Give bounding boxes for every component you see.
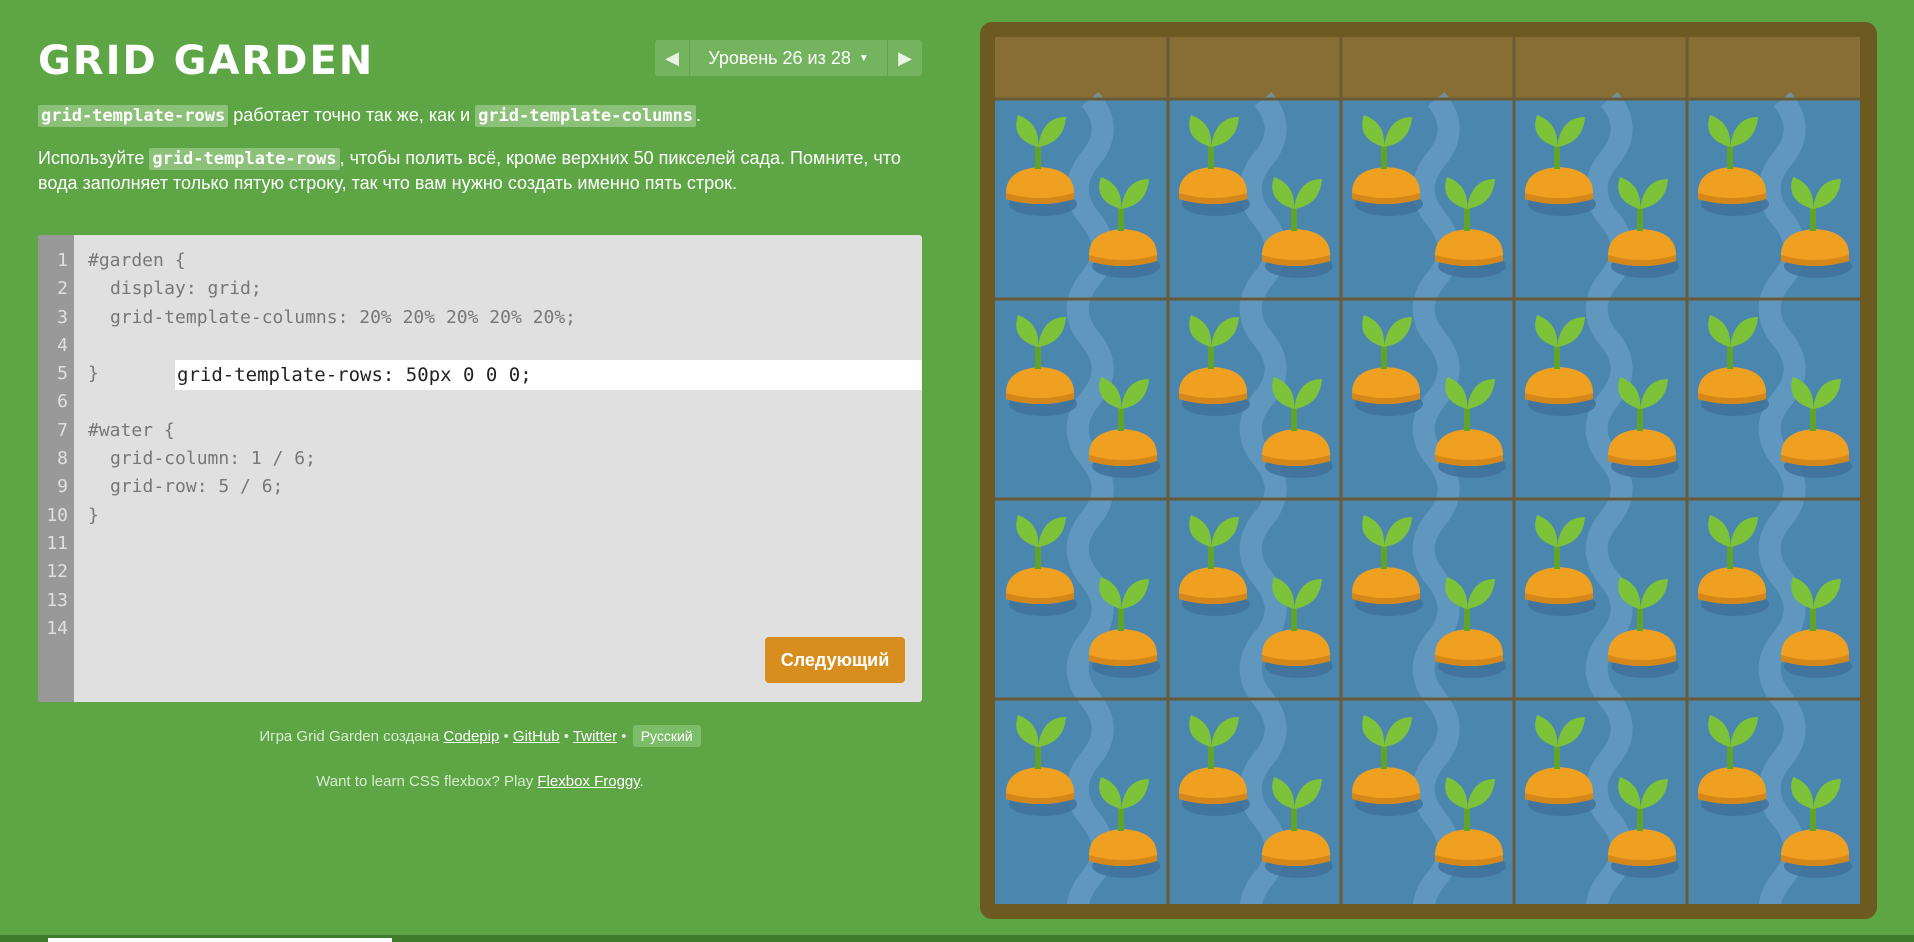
carrot-icon — [1179, 715, 1250, 816]
css-answer-input[interactable] — [175, 360, 922, 391]
code-line: } — [88, 504, 99, 526]
credits: Игра Grid Garden создана Codepip • GitHu… — [38, 725, 922, 747]
line-number: 1 — [57, 250, 68, 271]
code-line: grid-column: 1 / 6; — [110, 448, 316, 470]
level-label: Уровень 26 из 28 — [708, 47, 851, 68]
water-streak — [1758, 91, 1806, 904]
water-streak — [1066, 91, 1114, 904]
line-number: 13 — [46, 589, 68, 611]
next-button[interactable]: Следующий — [765, 637, 905, 683]
caret-down-icon: ▼ — [858, 52, 869, 64]
credits-text: Игра Grid Garden создана — [259, 728, 444, 745]
instruction-paragraph-2: Используйте grid-template-rows, чтобы по… — [38, 146, 918, 195]
instruction-paragraph-1: grid-template-rows работает точно так же… — [38, 103, 918, 128]
code-input-line — [88, 332, 922, 391]
carrot-icon — [1698, 115, 1769, 216]
next-level-arrow-button[interactable]: ▶ — [887, 40, 922, 76]
twitter-link[interactable]: Twitter — [573, 728, 617, 745]
water-streak — [1239, 91, 1287, 904]
line-number: 5 — [57, 363, 68, 385]
line-number: 10 — [46, 504, 68, 526]
carrot-icon — [1525, 715, 1596, 816]
line-numbers: 1 2 3 4 5 6 7 8 9 10 11 12 13 14 — [38, 235, 74, 702]
carrot-icon — [1698, 315, 1769, 416]
water-streak — [1412, 91, 1460, 904]
separator: • — [499, 728, 513, 745]
code-area: #garden { display: grid; grid-template-c… — [88, 247, 922, 530]
css-editor: 1 2 3 4 5 6 7 8 9 10 11 12 13 14 #garden… — [38, 235, 922, 702]
code-line: grid-row: 5 / 6; — [110, 476, 284, 498]
garden — [995, 37, 1860, 904]
carrot-icon — [1525, 315, 1596, 416]
flexbox-froggy-link[interactable]: Flexbox Froggy — [537, 773, 639, 790]
codepip-link[interactable]: Codepip — [443, 728, 499, 745]
line-number: 6 — [57, 391, 68, 413]
keyword-grid-template-rows: grid-template-rows — [38, 105, 229, 127]
line-number: 7 — [57, 419, 68, 441]
carrot-icon — [1352, 515, 1423, 616]
carrot-icon — [1525, 515, 1596, 616]
carrot-icon — [1352, 715, 1423, 816]
garden-frame — [980, 22, 1877, 919]
promo-text: Want to learn CSS flexbox? Play — [316, 773, 538, 790]
carrot-icon — [1006, 315, 1077, 416]
keyword-grid-template-rows: grid-template-rows — [149, 148, 340, 170]
line-number: 12 — [46, 561, 68, 583]
arrow-left-icon: ◀ — [665, 47, 679, 68]
instruction-text: работает точно так же, как и — [228, 105, 476, 125]
arrow-right-icon: ▶ — [898, 47, 912, 68]
separator: • — [559, 728, 573, 745]
carrot-icon — [1006, 515, 1077, 616]
carrot-icon — [1006, 115, 1077, 216]
line-number: 9 — [57, 476, 68, 498]
github-link[interactable]: GitHub — [513, 728, 560, 745]
line-number: 3 — [57, 306, 68, 328]
line-number: 4 — [57, 334, 68, 356]
water-streak — [1585, 91, 1633, 904]
line-number: 14 — [46, 617, 68, 639]
instructions: grid-template-rows работает точно так же… — [38, 103, 918, 213]
carrot-icon — [1006, 715, 1077, 816]
line-number: 2 — [57, 278, 68, 300]
code-line: #garden { — [88, 250, 186, 271]
carrot-icon — [1179, 515, 1250, 616]
prev-level-button[interactable]: ◀ — [655, 40, 690, 76]
game-title: GRID GARDEN — [38, 38, 375, 84]
carrot-icon — [1179, 115, 1250, 216]
line-number: 11 — [46, 532, 68, 554]
garden-plants — [995, 37, 1860, 904]
carrot-icon — [1352, 315, 1423, 416]
level-navigator: ◀ Уровень 26 из 28 ▼ ▶ — [655, 40, 922, 76]
keyword-grid-template-columns: grid-template-columns — [475, 105, 697, 127]
bottom-bar — [0, 935, 1914, 942]
code-line: grid-template-columns: 20% 20% 20% 20% 2… — [110, 306, 576, 328]
instruction-text: . — [696, 105, 702, 125]
flexbox-promo: Want to learn CSS flexbox? Play Flexbox … — [38, 773, 922, 790]
carrot-icon — [1352, 115, 1423, 216]
carrot-icon — [1525, 115, 1596, 216]
carrot-icon — [1698, 515, 1769, 616]
level-selector[interactable]: Уровень 26 из 28 ▼ — [690, 40, 887, 76]
bottom-bar-segment — [48, 938, 392, 942]
separator: • — [617, 728, 631, 745]
promo-text: . — [639, 773, 644, 790]
code-line: #water { — [88, 419, 175, 441]
language-selector[interactable]: Русский — [632, 725, 701, 747]
carrot-icon — [1698, 715, 1769, 816]
carrot-icon — [1179, 315, 1250, 416]
line-number: 8 — [57, 448, 68, 470]
instruction-text: Используйте — [38, 148, 150, 168]
code-line: display: grid; — [110, 278, 262, 300]
